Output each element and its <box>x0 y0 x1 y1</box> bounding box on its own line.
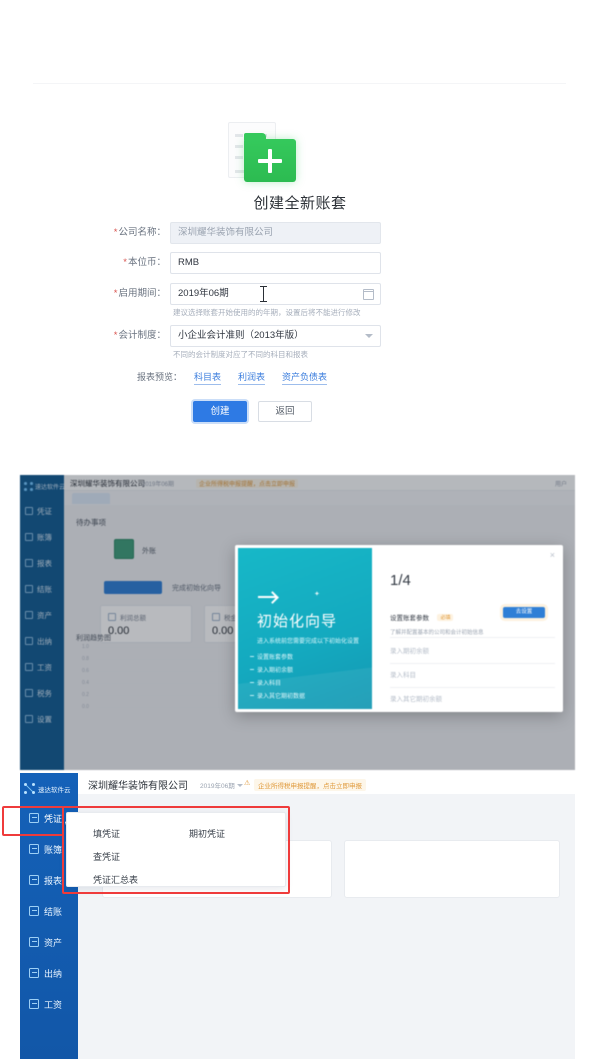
accounting-standard-select[interactable]: 小企业会计准则（2013年版） <box>170 325 381 347</box>
voucher-icon <box>29 813 39 823</box>
close-icon[interactable]: × <box>550 550 555 560</box>
arrow-right-icon <box>258 596 276 598</box>
menu-item-opening-voucher[interactable]: 期初凭证 <box>189 827 225 840</box>
p3-period-value: 2019年06期 <box>200 783 235 790</box>
plus-vertical <box>268 149 272 173</box>
required-badge: 必填 <box>437 614 454 621</box>
wizard-hero: ✦ 初始化向导 进入系统前您需要完成以下初始化设置 设置账套参数 录入期初余额 … <box>238 548 372 709</box>
p3-topbar: 深圳耀华装饰有限公司 2019年06期 ⚠ 企业所得税申报提醒，点击立即申报 <box>78 773 575 794</box>
wizard-separator-0 <box>390 637 555 638</box>
payroll-icon <box>29 999 39 1009</box>
preview-link-income[interactable]: 利润表 <box>238 370 266 385</box>
page-title: 创建全新账套 <box>253 195 347 212</box>
period-hint: 建议选择账套开始使用的的年期，设置后将不能进行修改 <box>173 308 361 317</box>
p3-period-selector[interactable]: 2019年06期 <box>200 780 243 790</box>
form-row-standard: *会计制度： 小企业会计准则（2013年版） <box>0 325 600 347</box>
period-input[interactable]: 2019年06期 <box>170 283 381 305</box>
wizard-list-1: 录入期初余额 <box>249 665 293 674</box>
wizard-list-0: 设置账套参数 <box>249 652 293 661</box>
calendar-icon[interactable] <box>363 289 374 300</box>
wizard-separator-2 <box>390 687 555 688</box>
period-value: 2019年06期 <box>178 288 229 299</box>
menu-item-voucher-summary[interactable]: 凭证汇总表 <box>93 873 138 886</box>
p3-logo-text: 速达软件云 <box>38 787 71 794</box>
sidebar-item-payroll[interactable]: 工资 <box>20 989 78 1020</box>
accounting-standard-value: 小企业会计准则（2013年版） <box>178 330 304 341</box>
wizard-list-3: 录入其它期初数据 <box>249 691 305 700</box>
sidebar-label-cashier: 出纳 <box>44 969 63 979</box>
label-company: *公司名称： <box>113 227 166 238</box>
form-row-currency: *本位币： RMB <box>0 252 600 274</box>
warning-icon: ⚠ <box>244 780 251 787</box>
preview-label: 报表预览： <box>137 372 183 382</box>
label-period: *启用期间： <box>113 288 166 299</box>
sidebar-label-payroll: 工资 <box>44 1000 63 1010</box>
form-row-company: *公司名称： 深圳耀华装饰有限公司 <box>0 222 600 244</box>
standard-hint: 不同的会计制度对应了不同的科目和报表 <box>173 350 308 359</box>
chevron-down-icon[interactable] <box>365 334 373 338</box>
p3-logo: 速达软件云 <box>24 780 76 796</box>
cashier-icon <box>29 968 39 978</box>
sparkle-icon: ✦ <box>314 591 320 598</box>
asset-icon <box>29 937 39 947</box>
label-standard: *会计制度： <box>113 330 166 341</box>
dashboard-wizard-panel: 速达软件云 凭证 账簿 报表 结账 资产 出纳 工资 税务 设置 深圳耀华装饰有… <box>20 475 575 770</box>
ledger-icon <box>29 844 39 854</box>
form-row-period: *启用期间： 2019年06期 <box>0 283 600 305</box>
top-divider <box>33 83 566 84</box>
p3-logo-icon <box>24 783 35 794</box>
sidebar-label-report: 报表 <box>44 876 63 886</box>
label-currency: *本位币： <box>123 257 166 268</box>
sidebar-label-asset: 资产 <box>44 938 63 948</box>
closing-icon <box>29 906 39 916</box>
wizard-subtitle: 进入系统前您需要完成以下初始化设置 <box>257 639 360 645</box>
wizard-step-indicator: 1/4 <box>390 572 411 589</box>
preview-link-balance[interactable]: 资产负债表 <box>282 370 328 385</box>
create-button[interactable]: 创建 <box>193 401 247 422</box>
menu-item-fill-voucher[interactable]: 填凭证 <box>93 827 120 840</box>
wizard-separator-1 <box>390 663 555 664</box>
wizard-row-3[interactable]: 录入其它期初余额 <box>390 693 442 703</box>
report-icon <box>29 875 39 885</box>
wizard-go-button[interactable]: 去设置 <box>503 607 545 618</box>
currency-input[interactable]: RMB <box>170 252 381 274</box>
folder-shape <box>244 133 296 182</box>
wizard-task-desc: 了解并配置基本的公司和会计初始信息 <box>390 630 484 636</box>
preview-link-subjects[interactable]: 科目表 <box>194 370 222 385</box>
wizard-title: 初始化向导 <box>257 613 338 630</box>
chevron-down-icon <box>236 784 243 787</box>
sidebar-item-cashier[interactable]: 出纳 <box>20 958 78 989</box>
p3-card-right[interactable] <box>344 840 560 898</box>
init-wizard-modal: ✦ 初始化向导 进入系统前您需要完成以下初始化设置 设置账套参数 录入期初余额 … <box>235 545 563 712</box>
text-cursor-icon <box>260 286 267 302</box>
create-account-set-panel: 创建全新账套 *公司名称： 深圳耀华装饰有限公司 *本位币： RMB *启用期间… <box>0 0 600 462</box>
sidebar-label-ledger: 账簿 <box>44 845 63 855</box>
sidebar-item-asset[interactable]: 资产 <box>20 927 78 958</box>
sidebar-item-closing[interactable]: 结账 <box>20 896 78 927</box>
sidebar-label-voucher: 凭证 <box>44 814 63 824</box>
wizard-list-2: 录入科目 <box>249 678 281 687</box>
wizard-row-1[interactable]: 录入期初余额 <box>390 645 429 655</box>
green-folder-plus-icon <box>206 122 306 184</box>
voucher-dropdown-menu: 填凭证 期初凭证 查凭证 凭证汇总表 <box>66 812 286 887</box>
p3-notice-banner[interactable]: 企业所得税申报提醒，点击立即申报 <box>254 779 366 791</box>
sidebar-label-closing: 结账 <box>44 907 63 917</box>
wizard-row-2[interactable]: 录入科目 <box>390 669 416 679</box>
back-button[interactable]: 返回 <box>258 401 312 422</box>
company-name-input[interactable]: 深圳耀华装饰有限公司 <box>170 222 381 244</box>
wizard-task-title: 设置账套参数 <box>390 615 429 622</box>
menu-item-query-voucher[interactable]: 查凭证 <box>93 850 120 863</box>
p3-company-name: 深圳耀华装饰有限公司 <box>88 781 188 792</box>
